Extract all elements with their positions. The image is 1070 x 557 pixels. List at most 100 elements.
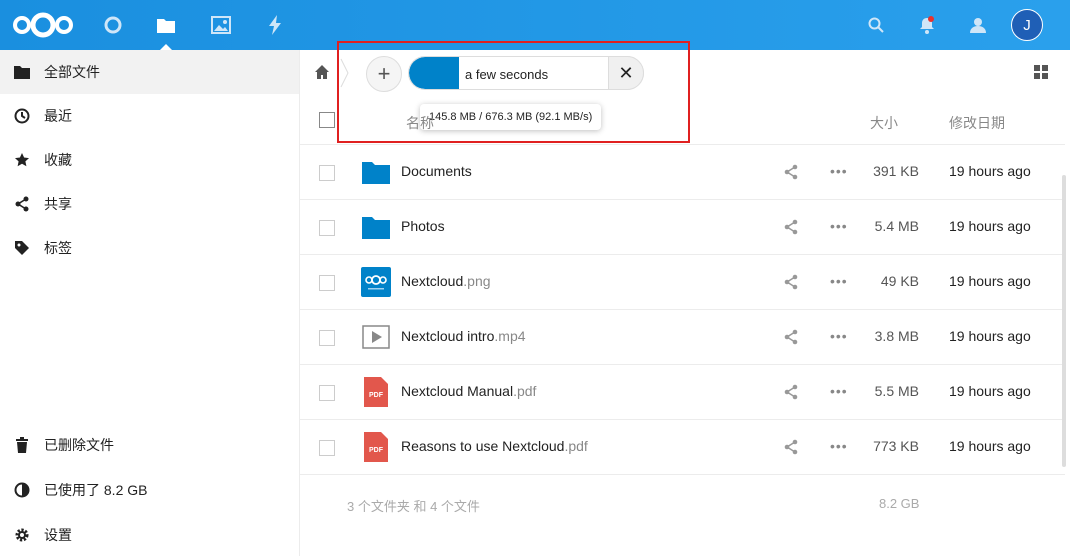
scrollbar[interactable] [1062,175,1066,467]
file-size: 49 KB [880,273,919,289]
svg-text:PDF: PDF [369,447,384,454]
file-size: 3.8 MB [874,328,919,344]
contacts-icon[interactable] [966,13,990,37]
sidebar-item-label: 收藏 [44,152,72,168]
file-name[interactable]: Nextcloud intro.mp4 [401,328,526,344]
sidebar: 全部文件 最近 收藏 共享 标签 已删除文件 已使用了 8.2 GB 设置 [0,50,300,556]
folder-icon [14,64,30,80]
sidebar-item-quota: 已使用了 8.2 GB [0,468,299,512]
notifications-bell-icon[interactable] [915,13,939,37]
file-name[interactable]: Nextcloud Manual.pdf [401,383,536,399]
pdf-file-icon[interactable]: PDF [361,432,391,462]
share-icon [14,196,30,212]
file-name[interactable]: Documents [401,163,472,179]
share-icon[interactable] [783,164,799,180]
table-row[interactable]: Photos ••• 5.4 MB 19 hours ago [300,200,1065,255]
quota-pie-icon [14,482,30,498]
file-extension: .png [463,273,491,289]
dashboard-app-icon[interactable] [101,13,125,37]
file-name[interactable]: Nextcloud.png [401,273,491,289]
more-actions-icon[interactable]: ••• [830,218,848,234]
file-modified: 19 hours ago [949,438,1031,454]
file-basename: Photos [401,218,445,234]
file-extension: .pdf [513,383,537,399]
sidebar-item-tags[interactable]: 标签 [0,226,299,270]
file-extension: .mp4 [494,328,526,344]
share-icon[interactable] [783,274,799,290]
folder-icon[interactable] [361,212,391,242]
file-basename: Documents [401,163,472,179]
file-size: 5.4 MB [874,218,919,234]
sidebar-item-all-files[interactable]: 全部文件 [0,50,299,94]
more-actions-icon[interactable]: ••• [830,383,848,399]
file-modified: 19 hours ago [949,273,1031,289]
video-file-icon[interactable] [361,322,391,352]
row-checkbox[interactable] [319,440,335,456]
clock-icon [14,108,30,124]
share-icon[interactable] [783,219,799,235]
table-row[interactable]: PDF Nextcloud Manual.pdf ••• 5.5 MB 19 hours… [300,365,1065,420]
svg-text:PDF: PDF [369,392,384,399]
file-basename: Reasons to use Nextcloud [401,438,565,454]
user-avatar[interactable]: J [1011,9,1043,41]
sidebar-item-shares[interactable]: 共享 [0,182,299,226]
file-summary: 3 个文件夹 和 4 个文件 [347,499,480,514]
file-extension: .pdf [564,438,588,454]
total-size: 8.2 GB [879,496,920,511]
share-icon[interactable] [783,439,799,455]
table-row[interactable]: Nextcloud intro.mp4 ••• 3.8 MB 19 hours ago [300,310,1065,365]
sidebar-item-label: 已使用了 8.2 GB [44,482,148,498]
sidebar-item-label: 全部文件 [44,64,100,80]
photos-app-icon[interactable] [209,13,233,37]
sidebar-item-label: 设置 [44,527,72,543]
more-actions-icon[interactable]: ••• [830,273,848,289]
file-list-area: + a few seconds ✕ 145.8 MB / 676.3 MB (9… [300,41,1070,556]
more-actions-icon[interactable]: ••• [830,438,848,454]
sidebar-item-label: 已删除文件 [44,437,114,453]
pdf-file-icon[interactable]: PDF [361,377,391,407]
file-size: 773 KB [873,438,919,454]
column-header-modified[interactable]: 修改日期 [949,113,1005,133]
file-basename: Nextcloud Manual [401,383,514,399]
more-actions-icon[interactable]: ••• [830,328,848,344]
table-row[interactable]: PDF Reasons to use Nextcloud.pdf ••• 773 KB… [300,420,1065,475]
column-header-size[interactable]: 大小 [870,113,898,133]
table-row[interactable]: Nextcloud.png ••• 49 KB 19 hours ago [300,255,1065,310]
file-name[interactable]: Reasons to use Nextcloud.pdf [401,438,588,454]
grid-view-icon[interactable] [1034,65,1048,79]
star-icon [14,152,30,168]
more-actions-icon[interactable]: ••• [830,163,848,179]
file-basename: Nextcloud intro [401,328,495,344]
table-row[interactable]: Documents ••• 391 KB 19 hours ago [300,145,1065,200]
row-checkbox[interactable] [319,275,335,291]
file-table-header: 名称 大小 修改日期 [300,105,1065,145]
activity-app-icon[interactable] [263,13,287,37]
share-icon[interactable] [783,329,799,345]
nextcloud-logo[interactable] [12,11,74,39]
file-modified: 19 hours ago [949,218,1031,234]
column-header-name[interactable]: 名称 [406,113,434,133]
sidebar-item-recent[interactable]: 最近 [0,94,299,138]
sidebar-item-deleted-files[interactable]: 已删除文件 [0,423,299,467]
file-basename: Nextcloud [401,273,464,289]
share-icon[interactable] [783,384,799,400]
search-icon[interactable] [864,13,888,37]
file-modified: 19 hours ago [949,163,1031,179]
file-modified: 19 hours ago [949,328,1031,344]
row-checkbox[interactable] [319,330,335,346]
file-modified: 19 hours ago [949,383,1031,399]
row-checkbox[interactable] [319,165,335,181]
folder-icon[interactable] [361,157,391,187]
row-checkbox[interactable] [319,385,335,401]
sidebar-item-label: 最近 [44,108,72,124]
files-app-icon[interactable] [154,13,178,37]
sidebar-item-favorites[interactable]: 收藏 [0,138,299,182]
select-all-checkbox[interactable] [319,112,335,128]
home-icon[interactable] [314,64,330,80]
file-size: 5.5 MB [874,383,919,399]
file-size: 391 KB [873,163,919,179]
sidebar-item-settings[interactable]: 设置 [0,513,299,557]
row-checkbox[interactable] [319,220,335,236]
file-name[interactable]: Photos [401,218,445,234]
image-file-icon[interactable] [361,267,391,297]
